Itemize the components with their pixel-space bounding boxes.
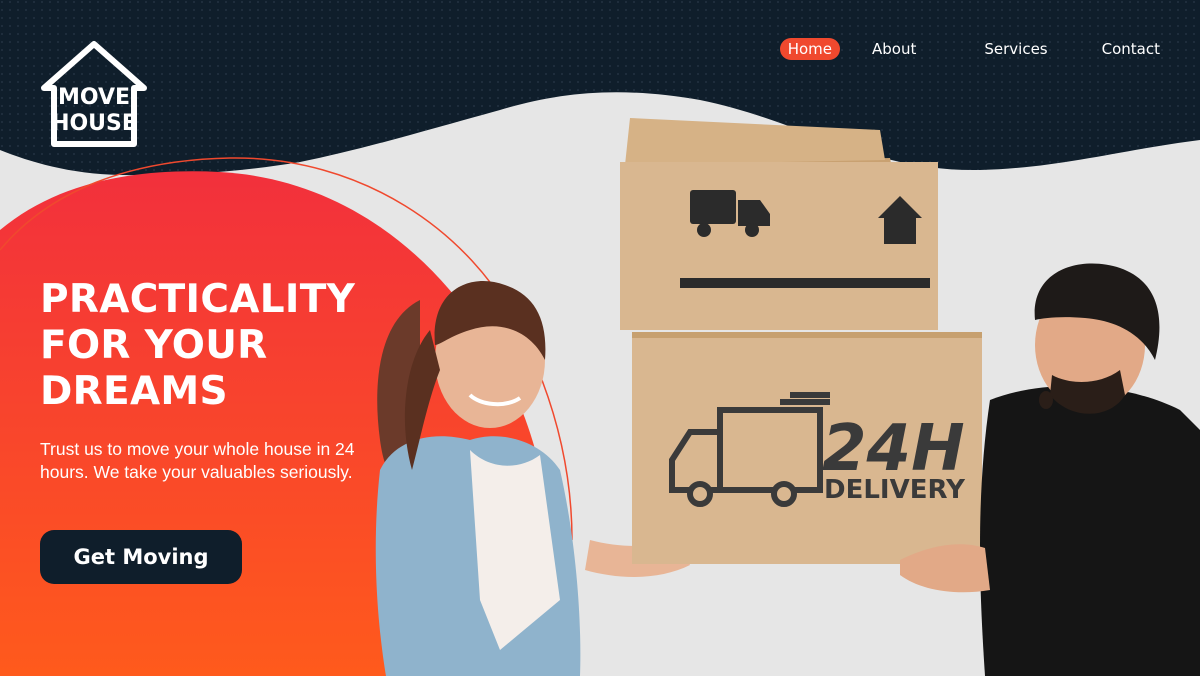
top-box [620, 118, 938, 330]
nav-about[interactable]: About [864, 38, 924, 60]
logo-text-line2: HOUSE [51, 111, 137, 136]
hero-page: 24H DELIVERY MOVE HOUSE Home About Servi… [0, 0, 1200, 676]
move-house-logo[interactable]: MOVE HOUSE [38, 38, 150, 150]
get-moving-button[interactable]: Get Moving [40, 530, 242, 584]
main-nav: Home About Services Contact [754, 38, 1160, 60]
logo-text-line1: MOVE [58, 85, 130, 110]
hero-headline: PRACTICALITY FOR YOUR DREAMS [40, 277, 356, 414]
hero-subtext: Trust us to move your whole house in 24 … [40, 439, 355, 482]
bottom-box: 24H DELIVERY [632, 332, 982, 564]
nav-services[interactable]: Services [976, 38, 1055, 60]
nav-home[interactable]: Home [779, 38, 841, 60]
house-logo-icon: MOVE HOUSE [41, 41, 147, 147]
box-delivery-text: DELIVERY [824, 475, 966, 505]
nav-contact[interactable]: Contact [1094, 38, 1168, 60]
